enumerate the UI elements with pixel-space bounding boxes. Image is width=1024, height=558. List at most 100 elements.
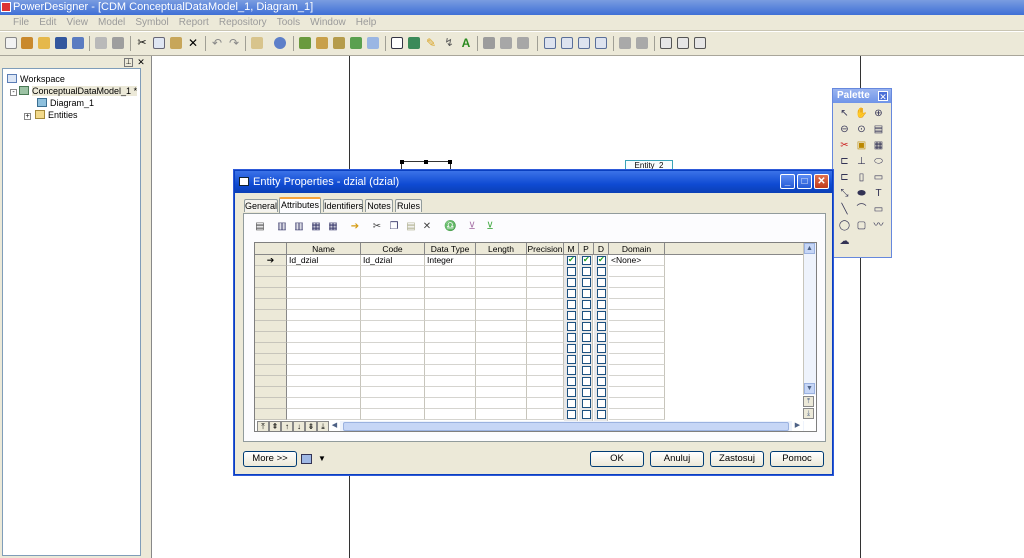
column-header-domain[interactable]: Domain [609, 243, 665, 255]
empty-cell[interactable] [425, 288, 476, 299]
row-header[interactable] [255, 288, 287, 299]
menu-repository[interactable]: Repository [219, 15, 267, 31]
empty-cell[interactable] [476, 288, 527, 299]
empty-checkbox[interactable] [597, 366, 606, 375]
column-header-m[interactable]: M [564, 243, 579, 255]
merge-icon[interactable] [367, 37, 379, 49]
print-preview-icon[interactable] [95, 37, 107, 49]
ungroup-icon[interactable] [636, 37, 648, 49]
package-icon[interactable]: ▣ [855, 140, 868, 152]
more-button[interactable]: More >> [243, 451, 297, 467]
empty-checkbox[interactable] [582, 333, 591, 342]
insert-row-icon[interactable]: ▥ [293, 221, 305, 233]
redo-icon[interactable]: ↷ [228, 37, 240, 49]
column-header-precision[interactable]: Precision [527, 243, 564, 255]
empty-cell[interactable] [361, 277, 425, 288]
empty-checkbox[interactable] [597, 399, 606, 408]
collapse-icon[interactable]: - [10, 89, 17, 96]
empty-checkbox[interactable] [567, 278, 576, 287]
delete-icon[interactable]: ✂ [838, 140, 851, 152]
empty-cell[interactable] [287, 288, 361, 299]
empty-checkbox[interactable] [597, 278, 606, 287]
empty-cell[interactable] [287, 365, 361, 376]
tree-item-model[interactable]: - ConceptualDataModel_1 * [10, 86, 138, 97]
cell-code[interactable]: Id_dzial [361, 255, 425, 266]
empty-cell[interactable] [361, 387, 425, 398]
empty-cell[interactable] [527, 266, 564, 277]
cell-length[interactable] [476, 255, 527, 266]
empty-cell[interactable] [476, 277, 527, 288]
scroll-right-icon[interactable]: ▶ [792, 421, 803, 431]
output-icon[interactable] [694, 37, 706, 49]
empty-checkbox[interactable] [597, 322, 606, 331]
empty-checkbox[interactable] [597, 410, 606, 419]
row-header[interactable] [255, 365, 287, 376]
tab-notes[interactable]: Notes [365, 199, 393, 212]
diagram-icon[interactable] [408, 37, 420, 49]
empty-cell[interactable] [361, 409, 425, 420]
zoom-window-icon[interactable] [660, 37, 672, 49]
move-page-up-icon[interactable]: ⇞ [269, 421, 281, 431]
find-icon[interactable]: ♎ [444, 221, 456, 233]
align-icon[interactable] [483, 37, 495, 49]
replicate-attributes-icon[interactable]: ▦ [327, 221, 339, 233]
tab-rules[interactable]: Rules [395, 199, 422, 212]
tree-item-entities[interactable]: + Entities [24, 110, 78, 121]
move-to-top-icon[interactable]: ⤒ [257, 421, 269, 431]
cut-icon[interactable]: ✂ [371, 221, 383, 233]
empty-cell[interactable] [361, 376, 425, 387]
zoom-out-icon[interactable]: ⊖ [838, 124, 851, 136]
empty-checkbox[interactable] [582, 289, 591, 298]
empty-cell[interactable] [287, 343, 361, 354]
scroll-top-icon[interactable]: ⤒ [803, 396, 814, 407]
empty-cell[interactable] [476, 266, 527, 277]
grabber-icon[interactable]: ✋ [855, 108, 868, 120]
empty-cell[interactable] [609, 266, 665, 277]
menu-model[interactable]: Model [98, 15, 125, 31]
empty-checkbox[interactable] [567, 388, 576, 397]
forward-icon[interactable] [517, 37, 529, 49]
menu-file[interactable]: File [13, 15, 29, 31]
cell-precision[interactable] [527, 255, 564, 266]
row-header[interactable] [255, 310, 287, 321]
empty-cell[interactable] [361, 288, 425, 299]
open-icon[interactable] [38, 37, 50, 49]
empty-cell[interactable] [527, 299, 564, 310]
row-header[interactable] [255, 376, 287, 387]
horizontal-scrollbar[interactable]: ◀ ▶ [329, 421, 804, 431]
empty-cell[interactable] [609, 343, 665, 354]
expand-icon[interactable]: + [24, 113, 31, 120]
empty-cell[interactable] [425, 321, 476, 332]
empty-cell[interactable] [287, 299, 361, 310]
empty-checkbox[interactable] [567, 377, 576, 386]
empty-checkbox[interactable] [582, 300, 591, 309]
empty-checkbox[interactable] [597, 344, 606, 353]
cell-data-type[interactable]: Integer [425, 255, 476, 266]
tab-identifiers[interactable]: Identifiers [323, 199, 363, 212]
row-header[interactable] [255, 354, 287, 365]
layout-1-icon[interactable] [544, 37, 556, 49]
row-header[interactable] [255, 266, 287, 277]
undo-icon[interactable]: ↶ [211, 37, 223, 49]
current-row-marker[interactable]: ➔ [255, 255, 287, 266]
empty-cell[interactable] [527, 343, 564, 354]
empty-cell[interactable] [287, 409, 361, 420]
empty-cell[interactable] [476, 409, 527, 420]
print-icon[interactable] [112, 37, 124, 49]
empty-checkbox[interactable] [582, 399, 591, 408]
compare-icon[interactable] [350, 37, 362, 49]
generate-icon[interactable] [316, 37, 328, 49]
association-icon[interactable]: ⬭ [872, 156, 885, 168]
empty-cell[interactable] [287, 354, 361, 365]
empty-cell[interactable] [425, 376, 476, 387]
horizontal-scroll-thumb[interactable] [343, 422, 789, 431]
empty-cell[interactable] [361, 354, 425, 365]
empty-cell[interactable] [527, 277, 564, 288]
empty-checkbox[interactable] [582, 388, 591, 397]
delete-icon[interactable]: ✕ [421, 221, 433, 233]
empty-cell[interactable] [476, 354, 527, 365]
empty-checkbox[interactable] [597, 300, 606, 309]
empty-checkbox[interactable] [597, 267, 606, 276]
filter-icon[interactable]: ⊻ [466, 221, 478, 233]
empty-cell[interactable] [527, 354, 564, 365]
